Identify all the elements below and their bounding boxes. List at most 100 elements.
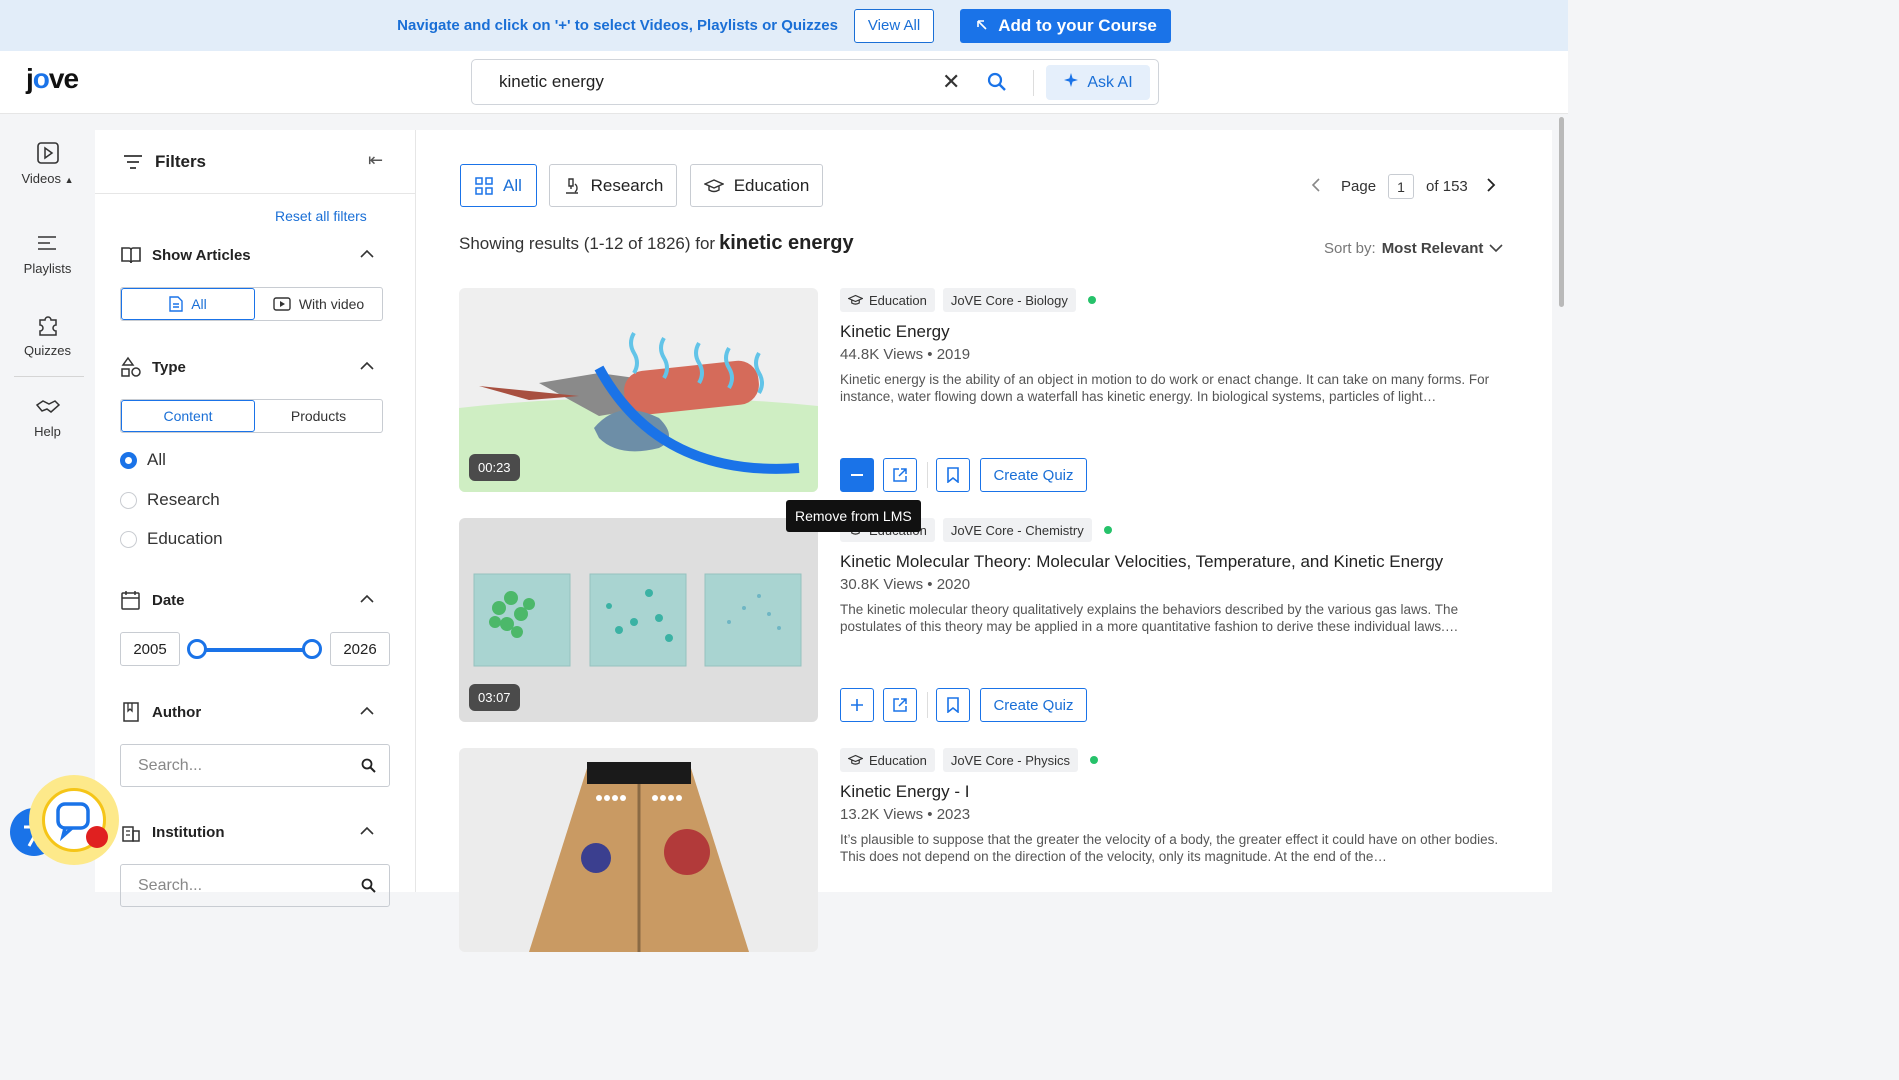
search-icon[interactable] [361, 878, 376, 898]
open-external-button[interactable] [883, 688, 917, 722]
year-to-input[interactable]: 2026 [330, 632, 390, 666]
remove-from-lms-tooltip: Remove from LMS [786, 500, 921, 532]
chat-widget-button[interactable] [29, 775, 119, 865]
chevron-up-icon[interactable] [360, 246, 374, 264]
results-area: All Research Education Page 1 of 153 Sho… [416, 130, 1552, 952]
nav-help-label: Help [34, 424, 61, 439]
chevron-up-icon[interactable] [360, 591, 374, 609]
create-quiz-button[interactable]: Create Quiz [980, 458, 1087, 492]
radio-education[interactable]: Education [120, 529, 223, 549]
pagination: Page 1 of 153 [1311, 174, 1496, 199]
bookmark-button[interactable] [936, 458, 970, 492]
reset-filters-link[interactable]: Reset all filters [275, 208, 367, 224]
radio-button[interactable] [120, 530, 137, 548]
chevron-down-icon [1489, 240, 1503, 257]
minus-icon [851, 474, 863, 476]
video-thumbnail[interactable]: 03:07 [459, 518, 818, 722]
card-meta: 30.8K Views • 2020 [840, 576, 971, 593]
search-input[interactable]: kinetic energy [499, 72, 604, 92]
video-icon [273, 297, 291, 311]
tab-research[interactable]: Research [549, 164, 677, 207]
radio-button[interactable] [120, 491, 137, 509]
add-to-course-button[interactable]: Add to your Course [960, 8, 1171, 43]
lms-banner: Navigate and click on '+' to select Vide… [0, 0, 1568, 51]
open-external-button[interactable] [883, 458, 917, 492]
jove-logo[interactable]: jove [26, 63, 79, 95]
card-description: The kinetic molecular theory qualitative… [840, 602, 1459, 634]
nav-playlists[interactable]: Playlists [0, 231, 95, 276]
type-content-option[interactable]: Content [121, 400, 255, 432]
remove-from-lms-button[interactable] [840, 458, 874, 492]
articles-all-option[interactable]: All [121, 288, 255, 320]
chevron-up-icon[interactable] [360, 358, 374, 376]
section-institution[interactable]: Institution [120, 821, 390, 845]
author-label: Author [152, 704, 202, 721]
card-title[interactable]: Kinetic Energy - I [840, 782, 969, 802]
section-date[interactable]: Date [120, 589, 390, 613]
view-all-button[interactable]: View All [853, 8, 935, 43]
card-meta: 44.8K Views • 2019 [840, 346, 971, 363]
nav-videos[interactable]: Videos ▲ [0, 141, 95, 186]
filter-icon [123, 154, 143, 175]
year-from-input[interactable]: 2005 [120, 632, 180, 666]
radio-button[interactable] [120, 451, 137, 469]
add-to-lms-button[interactable] [840, 688, 874, 722]
search-icon[interactable] [361, 758, 376, 778]
graduation-cap-icon [703, 178, 724, 192]
clear-search-icon[interactable]: ✕ [942, 69, 960, 95]
notification-dot [86, 826, 108, 848]
tab-all[interactable]: All [460, 164, 537, 207]
chevron-right-icon[interactable] [1486, 177, 1496, 196]
section-show-articles[interactable]: Show Articles [120, 244, 390, 268]
section-type[interactable]: Type [120, 356, 390, 380]
date-slider-end-handle[interactable] [302, 639, 322, 659]
header: jove kinetic energy ✕ Ask AI [0, 51, 1568, 114]
date-label: Date [152, 592, 185, 609]
nav-quizzes-label: Quizzes [24, 343, 71, 358]
video-thumbnail[interactable]: 00:23 [459, 288, 818, 492]
nav-videos-label: Videos [21, 171, 61, 186]
card-title[interactable]: Kinetic Molecular Theory: Molecular Velo… [840, 552, 1443, 572]
card-title[interactable]: Kinetic Energy [840, 322, 950, 342]
nav-divider [14, 376, 84, 377]
nav-help[interactable]: Help [0, 396, 95, 439]
chevron-up-icon[interactable] [360, 823, 374, 841]
ask-ai-button[interactable]: Ask AI [1046, 65, 1150, 100]
bookmark-book-icon [120, 701, 142, 728]
articles-with-video-option[interactable]: With video [255, 288, 382, 320]
bookmark-button[interactable] [936, 688, 970, 722]
filters-header: Filters ⇤ [95, 130, 416, 194]
plus-icon [851, 699, 863, 711]
type-products-option[interactable]: Products [255, 400, 382, 432]
card-meta: 13.2K Views • 2023 [840, 806, 971, 823]
result-card: 03:07 Education JoVE Core - Chemistry Ki… [459, 518, 1499, 723]
create-quiz-button[interactable]: Create Quiz [980, 688, 1087, 722]
chevron-up-icon[interactable] [360, 703, 374, 721]
nav-quizzes[interactable]: Quizzes [0, 311, 95, 358]
type-badge: Education [840, 748, 935, 772]
section-author[interactable]: Author [120, 701, 390, 725]
radio-all[interactable]: All [120, 450, 166, 470]
author-search-input[interactable]: Search... [120, 744, 390, 787]
chevron-left-icon[interactable] [1311, 177, 1321, 196]
status-dot [1087, 296, 1096, 304]
radio-research[interactable]: Research [120, 490, 220, 510]
shapes-icon [120, 356, 142, 383]
date-slider-start-handle[interactable] [187, 639, 207, 659]
video-thumbnail[interactable] [459, 748, 818, 952]
search-icon[interactable] [987, 72, 1007, 97]
status-dot [1090, 756, 1099, 764]
sort-dropdown[interactable]: Sort by: Most Relevant [1324, 240, 1503, 257]
playlist-icon [37, 236, 56, 250]
scrollbar[interactable] [1559, 117, 1564, 307]
card-description: It’s plausible to suppose that the great… [840, 832, 1499, 864]
date-slider-track[interactable] [197, 648, 313, 652]
page-number-input[interactable]: 1 [1388, 174, 1415, 199]
collapse-panel-icon[interactable]: ⇤ [368, 150, 383, 171]
page-total: of 153 [1426, 178, 1468, 195]
bookmark-icon [947, 697, 959, 713]
ask-ai-label: Ask AI [1087, 73, 1133, 91]
tab-education[interactable]: Education [690, 164, 823, 207]
institution-search-input[interactable]: Search... [120, 864, 390, 907]
graduation-cap-icon [848, 754, 863, 765]
